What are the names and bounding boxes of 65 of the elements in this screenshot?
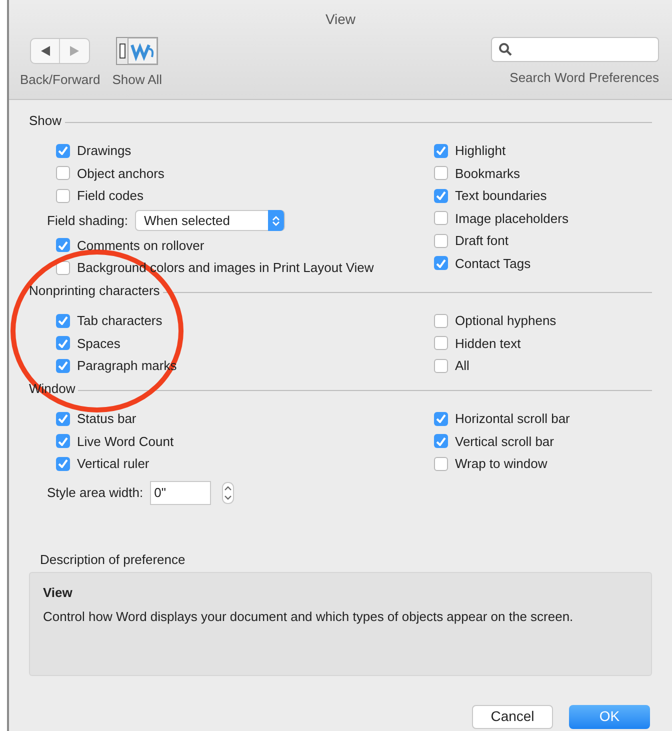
back-icon <box>40 46 50 56</box>
checkbox[interactable] <box>56 434 70 448</box>
checkbox-label: Optional hyphens <box>455 312 556 330</box>
checkbox-label: Field codes <box>77 187 144 205</box>
checkbox[interactable] <box>56 314 70 328</box>
checkbox-label: Vertical scroll bar <box>455 432 554 450</box>
checkbox-label: Highlight <box>455 142 506 160</box>
checkbox-label: Bookmarks <box>455 164 520 182</box>
checkbox[interactable] <box>56 238 70 252</box>
checkbox-label: Horizontal scroll bar <box>455 410 570 428</box>
field-label: Field shading: <box>47 212 128 230</box>
forward-icon <box>70 46 80 56</box>
window-title: View <box>324 10 357 29</box>
description-heading: View <box>43 584 74 602</box>
checkbox-label: Status bar <box>77 410 136 428</box>
checkbox[interactable] <box>434 211 448 226</box>
cancel-button[interactable]: Cancel <box>472 704 553 728</box>
popup-button[interactable]: When selected <box>134 210 285 231</box>
checkbox[interactable] <box>56 144 70 158</box>
search-icon <box>499 43 512 56</box>
checkbox-label: Spaces <box>77 334 120 353</box>
checkbox-label: Text boundaries <box>455 187 547 205</box>
checkbox-label: All <box>455 357 470 375</box>
checkbox[interactable] <box>56 166 70 180</box>
checkbox[interactable] <box>56 188 70 203</box>
checkbox[interactable] <box>56 336 70 350</box>
show-all-icon[interactable] <box>116 37 158 65</box>
checkbox[interactable] <box>434 358 448 373</box>
checkbox[interactable] <box>56 412 70 426</box>
checkbox[interactable] <box>434 434 448 448</box>
checkbox[interactable] <box>434 314 448 328</box>
stepper-icon[interactable] <box>222 482 234 504</box>
checkbox-label: Tab characters <box>77 312 162 330</box>
toolbar-label: Search Word Preferences <box>510 69 659 87</box>
checkbox[interactable] <box>56 456 70 471</box>
checkbox[interactable] <box>56 358 70 373</box>
checkbox[interactable] <box>434 234 448 248</box>
checkbox-label: Contact Tags <box>455 254 531 273</box>
description-label: Description of preference <box>40 552 186 567</box>
checkbox[interactable] <box>434 412 448 426</box>
checkbox-label: Image placeholders <box>455 210 568 228</box>
checkbox-label: Hidden text <box>455 334 521 352</box>
checkbox-label: Object anchors <box>77 164 164 183</box>
toolbar-label: Show All <box>112 71 162 89</box>
checkbox-label: Draft font <box>455 232 508 250</box>
checkbox[interactable] <box>434 456 448 471</box>
description-text: Control how Word displays your document and which types of objects appear on the screen. <box>43 608 574 626</box>
checkbox[interactable] <box>434 188 448 203</box>
section-heading: Nonprinting characters <box>29 282 160 300</box>
checkbox-label: Comments on rollover <box>77 236 204 254</box>
checkbox[interactable] <box>434 166 448 180</box>
search-field[interactable] <box>491 37 659 62</box>
checkbox-label: Drawings <box>77 142 132 160</box>
checkbox[interactable] <box>434 256 448 270</box>
checkbox-label: Background colors and images in Print Layout View <box>77 259 374 277</box>
toolbar-label: Back/Forward <box>20 71 100 89</box>
checkbox[interactable] <box>434 336 448 350</box>
section-heading: Show <box>29 112 62 130</box>
input-field[interactable]: 0" <box>150 481 212 505</box>
checkbox[interactable] <box>434 144 448 158</box>
field-label: Style area width: <box>47 484 144 502</box>
checkbox-label: Live Word Count <box>77 432 174 450</box>
checkbox-label: Wrap to window <box>455 455 548 473</box>
up-down-arrows-icon <box>272 214 280 226</box>
checkbox-label: Vertical ruler <box>77 455 150 473</box>
